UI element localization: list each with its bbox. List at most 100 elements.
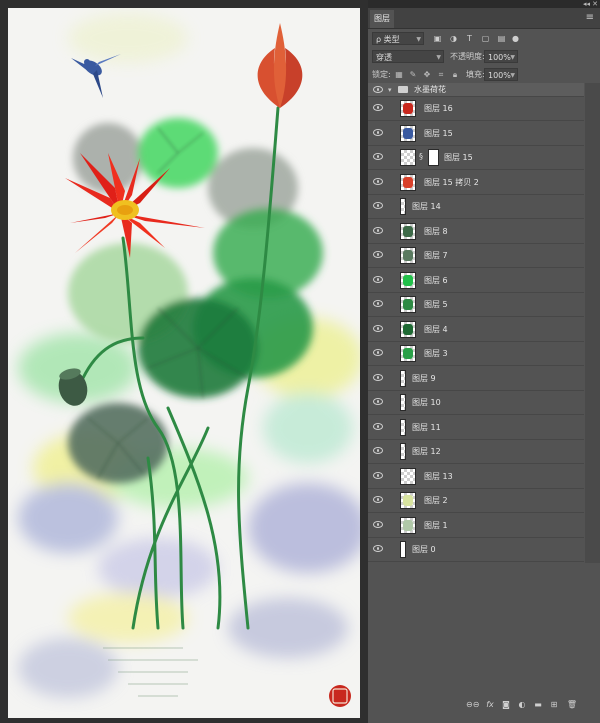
visibility-eye-icon[interactable] [373,86,383,93]
visibility-eye-icon[interactable] [373,324,383,332]
fill-field[interactable]: 100% ▼ [484,68,518,81]
lock-all-icon[interactable]: 🔒︎ [450,69,460,80]
visibility-eye-icon[interactable] [373,471,383,479]
layer-thumbnail [400,173,416,191]
mask-link-icon[interactable]: § [419,152,423,162]
panel-menu-icon[interactable]: ≡ [586,12,594,24]
layer-row[interactable]: 图层 11 [368,416,584,440]
visibility-eye-icon[interactable] [373,520,383,528]
opacity-field[interactable]: 100% ▼ [484,50,518,63]
layer-thumbnail [400,320,416,338]
expand-group-icon[interactable]: ▾ [388,83,392,97]
trash-icon[interactable]: 🗑︎ [566,699,578,711]
adjustment-filter-icon[interactable]: ◑ [448,33,459,44]
new-layer-icon[interactable]: ⊞ [548,699,560,711]
blend-mode-dropdown[interactable]: 穿透 ▼ [372,50,444,63]
filter-toggle-icon[interactable]: ● [510,33,521,44]
blend-opacity-row: 穿透 ▼ 不透明度: 100% ▼ [368,48,600,65]
visibility-eye-icon[interactable] [373,128,383,136]
layer-thumbnail [400,100,416,117]
layer-style-fx-icon[interactable]: fx [484,699,496,711]
layer-thumbnail [400,516,416,534]
layer-row[interactable]: 图层 16 [368,97,584,121]
close-panel-icon[interactable]: ✕ [592,0,598,8]
layer-name: 图层 15 [424,128,453,138]
add-mask-icon[interactable]: ◙ [500,699,512,711]
layer-list-scrollbar[interactable] [585,83,600,563]
layer-row[interactable]: 图层 9 [368,367,584,391]
layer-row[interactable]: 图层 14 [368,195,584,219]
visibility-eye-icon[interactable] [373,349,383,356]
layer-name: 图层 15 拷贝 2 [424,177,479,187]
panel-footer: ⊖⊖ fx ◙ ◐ ▬ ⊞ 🗑︎ [368,698,600,712]
layer-row[interactable]: 图层 15 拷贝 2 [368,171,584,195]
lock-transparent-icon[interactable]: ▦ [394,69,404,80]
shape-filter-icon[interactable]: ▢ [480,33,491,44]
visibility-eye-icon[interactable] [373,202,383,209]
visibility-eye-icon[interactable] [373,373,383,381]
visibility-eye-icon[interactable] [373,398,383,405]
collapse-panel-icon[interactable]: ◂◂ [583,0,590,8]
layer-row[interactable]: 图层 2 [368,489,584,513]
layer-thumbnail [400,271,416,289]
document-canvas[interactable] [0,0,368,723]
type-filter-icon[interactable]: T [464,33,475,44]
layer-row[interactable]: 图层 5 [368,293,584,317]
layer-name: 图层 15 [444,153,473,162]
visibility-eye-icon[interactable] [373,177,383,185]
visibility-eye-icon[interactable] [373,153,383,160]
visibility-eye-icon[interactable] [373,300,383,307]
filter-kind-value: ρ 类型 [376,35,400,44]
visibility-eye-icon[interactable] [373,447,383,454]
artboard-lock-icon[interactable]: ⌗ [436,69,446,80]
smart-object-filter-icon[interactable]: ▤ [496,33,507,44]
new-group-icon[interactable]: ▬ [532,699,544,711]
layer-thumbnail [400,369,406,387]
pixel-filter-icon[interactable]: ▣ [432,33,443,44]
layer-row[interactable]: 图层 15 [368,122,584,146]
layer-name: 图层 0 [412,545,436,554]
visibility-eye-icon[interactable] [373,251,383,258]
painting-illustration [18,13,360,707]
layer-name: 图层 14 [412,202,441,211]
visibility-eye-icon[interactable] [373,496,383,503]
tab-layers[interactable]: 图层 [370,10,394,28]
layer-mask-thumbnail[interactable] [428,149,439,166]
layer-name: 图层 1 [424,520,448,530]
layer-row[interactable]: 图层 1 [368,514,584,538]
layer-thumbnail [400,149,416,166]
fill-label: 填充: [466,70,485,79]
link-layers-icon[interactable]: ⊖⊖ [466,699,479,711]
layer-group-row[interactable]: ▾ 水墨荷花 [368,83,584,97]
filter-kind-dropdown[interactable]: ρ 类型 ▼ [372,32,424,45]
layer-name: 图层 9 [412,373,436,383]
layer-row[interactable]: 图层 12 [368,440,584,464]
layer-thumbnail [400,296,416,313]
layer-name: 图层 12 [412,447,441,456]
layer-row[interactable]: 图层 8 [368,220,584,244]
lock-fill-row: 锁定: ▦ ✎ ✥ ⌗ 🔒︎ 填充: 100% ▼ [368,66,600,83]
visibility-eye-icon[interactable] [373,422,383,430]
lotus-ink-painting[interactable] [8,8,360,718]
layers-panel: ◂◂ ✕ 图层 ≡ ρ 类型 ▼ ▣ ◑ T ▢ ▤ ● 穿透 ▼ 不透明度: … [368,0,600,723]
visibility-eye-icon[interactable] [373,104,383,111]
visibility-eye-icon[interactable] [373,275,383,283]
layer-row[interactable]: 图层 3 [368,342,584,366]
layer-thumbnail [400,492,416,509]
layer-row[interactable]: 图层 7 [368,244,584,268]
layer-row[interactable]: 图层 13 [368,465,584,489]
layer-row[interactable]: 图层 4 [368,318,584,342]
lock-image-icon[interactable]: ✎ [408,69,418,80]
adjustment-layer-icon[interactable]: ◐ [516,699,528,711]
layer-row[interactable]: § 图层 15 [368,146,584,170]
lock-position-icon[interactable]: ✥ [422,69,432,80]
visibility-eye-icon[interactable] [373,226,383,234]
layer-thumbnail [400,541,406,558]
layer-name: 图层 10 [412,398,441,407]
layer-row[interactable]: 图层 6 [368,269,584,293]
layer-row[interactable]: 图层 0 [368,538,584,562]
layer-row[interactable]: 图层 10 [368,391,584,415]
layer-list: ▾ 水墨荷花 图层 16 图层 15 § 图层 15 图层 15 拷贝 2 图层 14 图层 8… [368,83,600,563]
visibility-eye-icon[interactable] [373,545,383,552]
fill-value: 100% [488,71,511,80]
